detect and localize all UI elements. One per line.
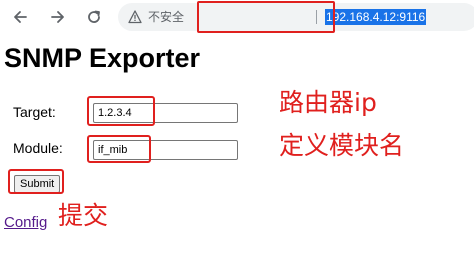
config-link[interactable]: Config [4, 214, 47, 232]
router-ip-annotation: 路由器ip [279, 88, 377, 117]
url-text[interactable]: 192.168.4.12:9116 [325, 9, 427, 25]
forward-arrow-icon [51, 11, 64, 23]
back-arrow-icon [14, 11, 27, 23]
target-annotation-box [87, 96, 155, 126]
reload-button[interactable] [82, 5, 106, 29]
module-annotation-box [87, 135, 151, 163]
browser-window: 不安全 192.168.4.12:9116 SNMP Exporter Targ… [0, 0, 474, 260]
page-title: SNMP Exporter [4, 43, 201, 73]
submit-annotation: 提交 [58, 201, 109, 230]
browser-toolbar: 不安全 192.168.4.12:9116 [0, 0, 474, 34]
security-label[interactable]: 不安全 [148, 9, 184, 25]
module-name-annotation: 定义模块名 [279, 131, 405, 160]
back-button[interactable] [8, 5, 32, 29]
forward-button[interactable] [46, 5, 70, 29]
submit-annotation-box [8, 169, 64, 194]
url-annotation-box [197, 1, 335, 33]
warning-icon [128, 10, 142, 24]
target-label: Target: [13, 104, 56, 120]
reload-icon [88, 10, 100, 23]
module-label: Module: [13, 140, 63, 156]
